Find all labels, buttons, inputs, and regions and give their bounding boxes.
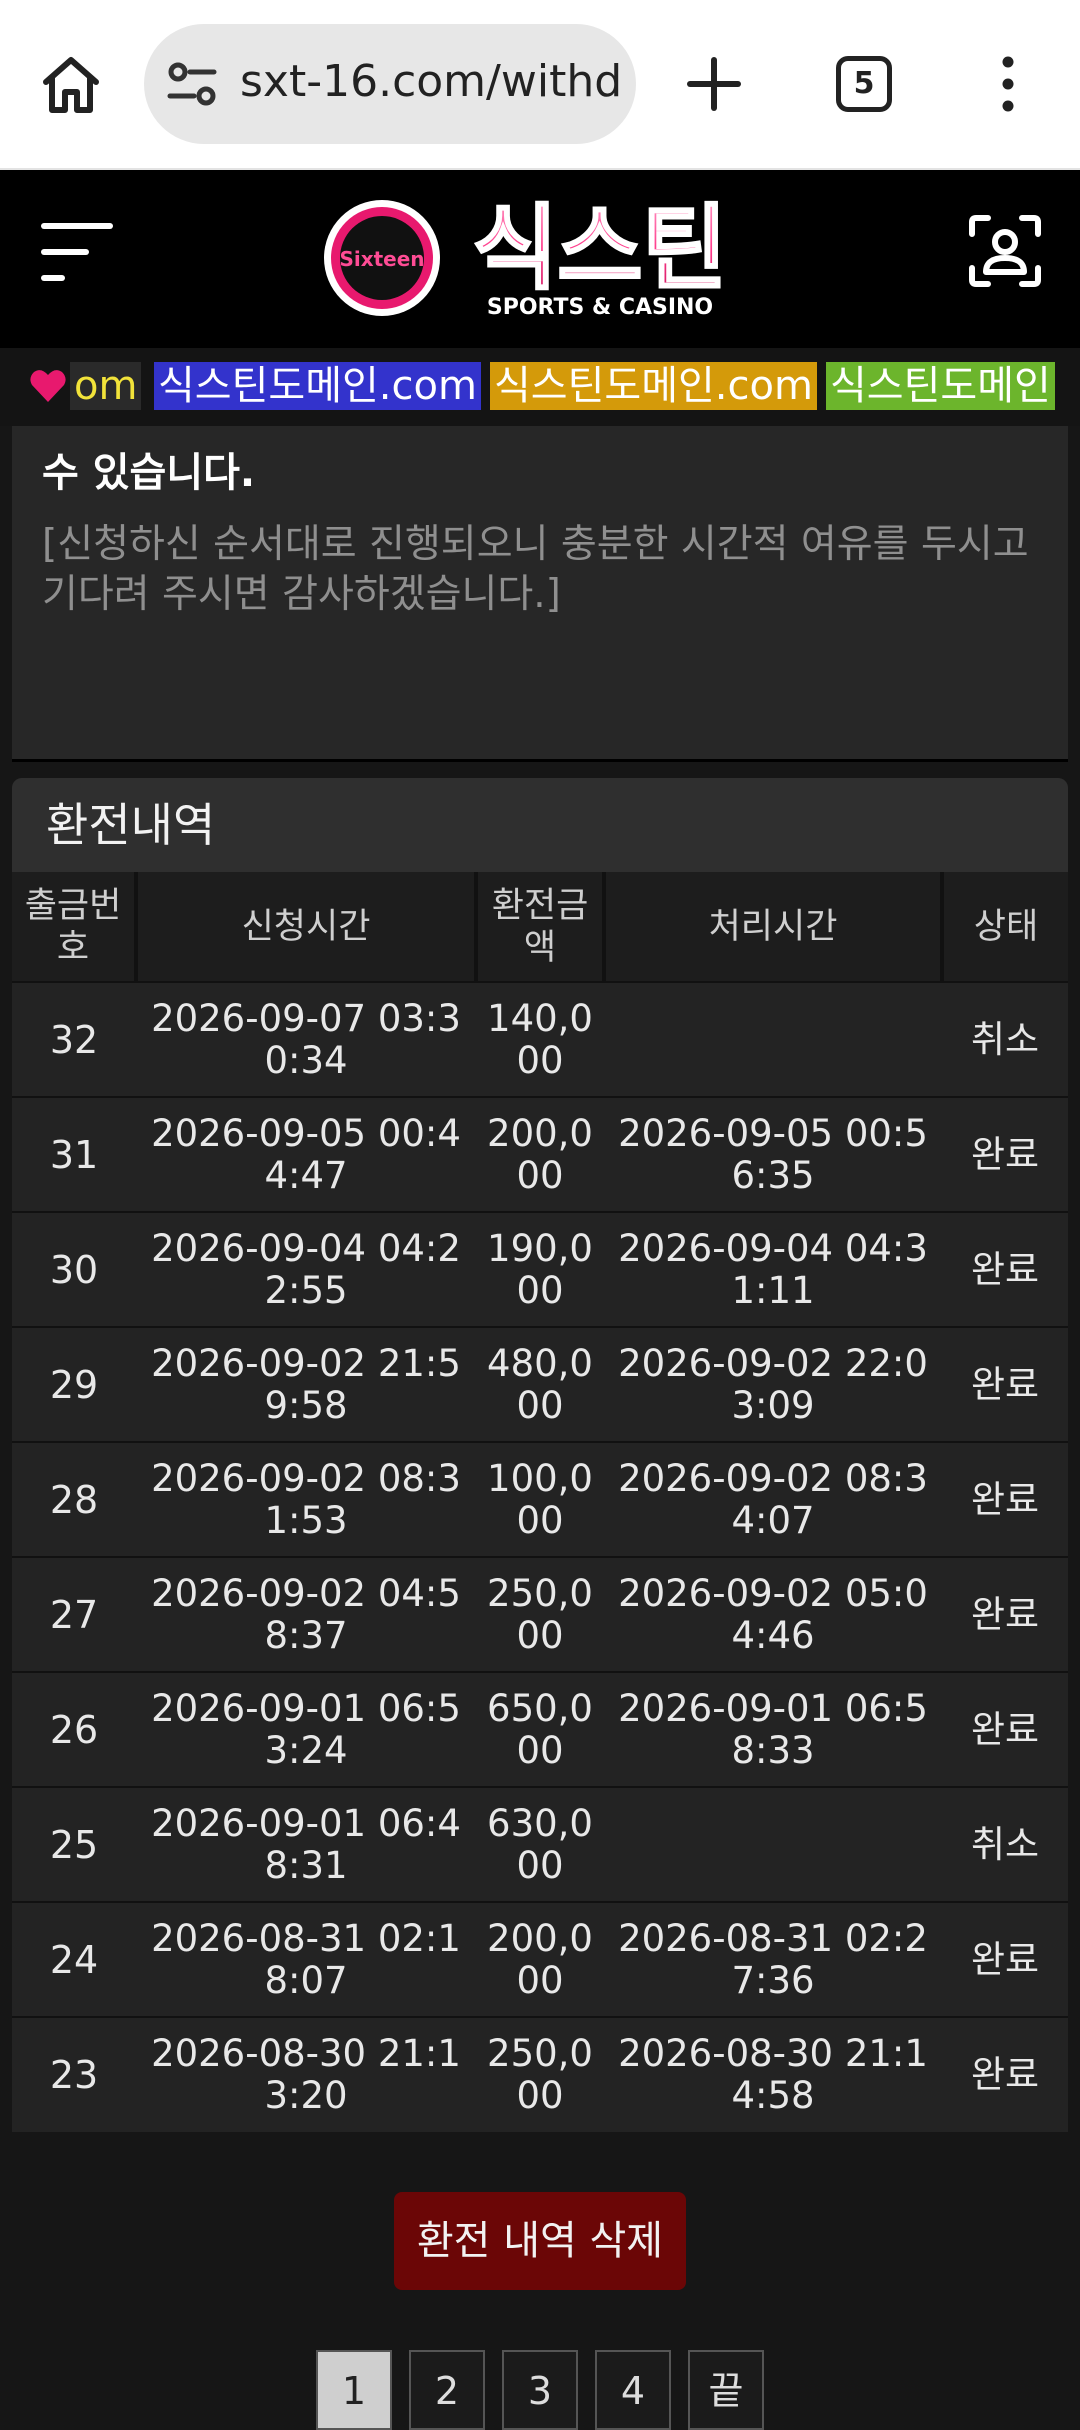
cell-process-time: 2026-09-02 08:34:07 <box>604 1441 942 1557</box>
cell-request-time: 2026-09-04 04:22:55 <box>136 1211 476 1327</box>
page-button-1[interactable]: 1 <box>316 2350 392 2430</box>
cell-process-time: 2026-08-31 02:27:36 <box>604 1901 942 2017</box>
site-header: Sixteen 식스틴 SPORTS & CASINO <box>0 170 1080 348</box>
cell-process-time: 2026-09-01 06:58:33 <box>604 1671 942 1787</box>
marquee-item[interactable]: om <box>70 362 142 410</box>
cell-no: 28 <box>12 1441 136 1557</box>
cell-amount: 190,000 <box>476 1211 604 1327</box>
cell-status: 완료 <box>942 2016 1068 2132</box>
cell-amount: 100,000 <box>476 1441 604 1557</box>
cell-status: 완료 <box>942 1441 1068 1557</box>
cell-status: 완료 <box>942 1671 1068 1787</box>
marquee-item[interactable]: 식스틴도메인.com <box>154 362 481 410</box>
table-row: 26 2026-09-01 06:53:24 650,000 2026-09-01 0… <box>12 1671 1068 1787</box>
cell-request-time: 2026-08-31 02:18:07 <box>136 1901 476 2017</box>
cell-status: 완료 <box>942 1326 1068 1442</box>
hamburger-menu-icon[interactable] <box>40 218 114 288</box>
table-row: 32 2026-09-07 03:30:34 140,000 취소 <box>12 981 1068 1097</box>
cell-amount: 250,000 <box>476 1556 604 1672</box>
cell-no: 29 <box>12 1326 136 1442</box>
notice-bold-text: 수 있습니다. <box>42 450 256 496</box>
history-table: 출금번호 신청시간 환전금액 처리시간 상태 32 2026-09-07 03:3… <box>12 872 1068 2132</box>
marquee-item[interactable]: 식스틴도메인 <box>826 362 1055 410</box>
more-options-icon[interactable] <box>996 56 1020 112</box>
cell-request-time: 2026-09-07 03:30:34 <box>136 981 476 1097</box>
browser-toolbar: sxt-16.com/withd 5 <box>0 0 1080 170</box>
domain-marquee: om 식스틴도메인.com 식스틴도메인.com 식스틴도메인 <box>0 348 1080 426</box>
cell-status: 완료 <box>942 1211 1068 1327</box>
cell-request-time: 2026-09-02 04:58:37 <box>136 1556 476 1672</box>
cell-status: 취소 <box>942 981 1068 1097</box>
home-icon[interactable] <box>38 52 104 118</box>
cell-no: 25 <box>12 1786 136 1902</box>
cell-request-time: 2026-09-02 21:59:58 <box>136 1326 476 1442</box>
cell-amount: 250,000 <box>476 2016 604 2132</box>
url-text: sxt-16.com/withd <box>240 56 623 107</box>
withdrawal-notice: 수 있습니다. [신청하신 순서대로 진행되오니 충분한 시간적 여유를 두시고… <box>12 426 1068 762</box>
table-row: 29 2026-09-02 21:59:58 480,000 2026-09-02 2… <box>12 1326 1068 1442</box>
cell-status: 완료 <box>942 1901 1068 2017</box>
cell-process-time: 2026-09-02 05:04:46 <box>604 1556 942 1672</box>
cell-process-time <box>604 1786 942 1902</box>
column-header: 상태 <box>942 872 1068 982</box>
cell-amount: 480,000 <box>476 1326 604 1442</box>
cell-process-time: 2026-08-30 21:14:58 <box>604 2016 942 2132</box>
table-row: 28 2026-09-02 08:31:53 100,000 2026-09-02 0… <box>12 1441 1068 1557</box>
new-tab-icon[interactable] <box>686 56 742 112</box>
notice-gray-text: [신청하신 순서대로 진행되오니 충분한 시간적 여유를 두시고 기다려 주시면… <box>42 522 1029 617</box>
page-button-3[interactable]: 3 <box>502 2350 578 2430</box>
cell-no: 24 <box>12 1901 136 2017</box>
delete-history-button[interactable]: 환전 내역 삭제 <box>394 2192 686 2290</box>
cell-no: 23 <box>12 2016 136 2132</box>
heart-icon <box>30 370 66 402</box>
cell-process-time: 2026-09-02 22:03:09 <box>604 1326 942 1442</box>
column-header: 환전금액 <box>476 872 606 982</box>
table-row: 24 2026-08-31 02:18:07 200,000 2026-08-31 0… <box>12 1901 1068 2017</box>
table-row: 25 2026-09-01 06:48:31 630,000 취소 <box>12 1786 1068 1902</box>
cell-process-time: 2026-09-04 04:31:11 <box>604 1211 942 1327</box>
site-logo[interactable]: Sixteen 식스틴 SPORTS & CASINO <box>318 192 758 324</box>
svg-text:식스틴: 식스틴 <box>473 195 727 302</box>
address-bar[interactable]: sxt-16.com/withd <box>144 24 636 144</box>
cell-amount: 200,000 <box>476 1901 604 2017</box>
column-header: 출금번호 <box>12 872 138 982</box>
cell-amount: 140,000 <box>476 981 604 1097</box>
page-button-4[interactable]: 4 <box>595 2350 671 2430</box>
table-row: 23 2026-08-30 21:13:20 250,000 2026-08-30 2… <box>12 2016 1068 2132</box>
marquee-item[interactable]: 식스틴도메인.com <box>490 362 817 410</box>
cell-request-time: 2026-09-01 06:48:31 <box>136 1786 476 1902</box>
cell-amount: 630,000 <box>476 1786 604 1902</box>
table-header-row: 출금번호 신청시간 환전금액 처리시간 상태 <box>12 872 1068 982</box>
cell-process-time <box>604 981 942 1097</box>
cell-no: 27 <box>12 1556 136 1672</box>
table-row: 30 2026-09-04 04:22:55 190,000 2026-09-04 0… <box>12 1211 1068 1327</box>
column-header: 신청시간 <box>136 872 478 982</box>
cell-no: 31 <box>12 1096 136 1212</box>
cell-no: 32 <box>12 981 136 1097</box>
table-row: 27 2026-09-02 04:58:37 250,000 2026-09-02 0… <box>12 1556 1068 1672</box>
user-account-icon[interactable] <box>968 214 1042 288</box>
cell-request-time: 2026-09-05 00:44:47 <box>136 1096 476 1212</box>
cell-process-time: 2026-09-05 00:56:35 <box>604 1096 942 1212</box>
column-header: 처리시간 <box>604 872 944 982</box>
cell-request-time: 2026-09-01 06:53:24 <box>136 1671 476 1787</box>
withdrawal-history-panel: 환전내역 출금번호 신청시간 환전금액 처리시간 상태 32 2026-09-07… <box>12 778 1068 2132</box>
cell-status: 취소 <box>942 1786 1068 1902</box>
svg-text:Sixteen: Sixteen <box>339 247 424 271</box>
history-title: 환전내역 <box>12 778 1068 872</box>
page-button-2[interactable]: 2 <box>409 2350 485 2430</box>
cell-amount: 200,000 <box>476 1096 604 1212</box>
page-button-last[interactable]: 끝 <box>688 2350 764 2430</box>
cell-no: 26 <box>12 1671 136 1787</box>
cell-status: 완료 <box>942 1556 1068 1672</box>
svg-text:SPORTS & CASINO: SPORTS & CASINO <box>487 295 713 320</box>
cell-no: 30 <box>12 1211 136 1327</box>
tab-switcher-button[interactable]: 5 <box>836 56 892 112</box>
site-settings-icon[interactable] <box>166 62 218 106</box>
table-row: 31 2026-09-05 00:44:47 200,000 2026-09-05 0… <box>12 1096 1068 1212</box>
cell-request-time: 2026-08-30 21:13:20 <box>136 2016 476 2132</box>
cell-status: 완료 <box>942 1096 1068 1212</box>
cell-amount: 650,000 <box>476 1671 604 1787</box>
cell-request-time: 2026-09-02 08:31:53 <box>136 1441 476 1557</box>
